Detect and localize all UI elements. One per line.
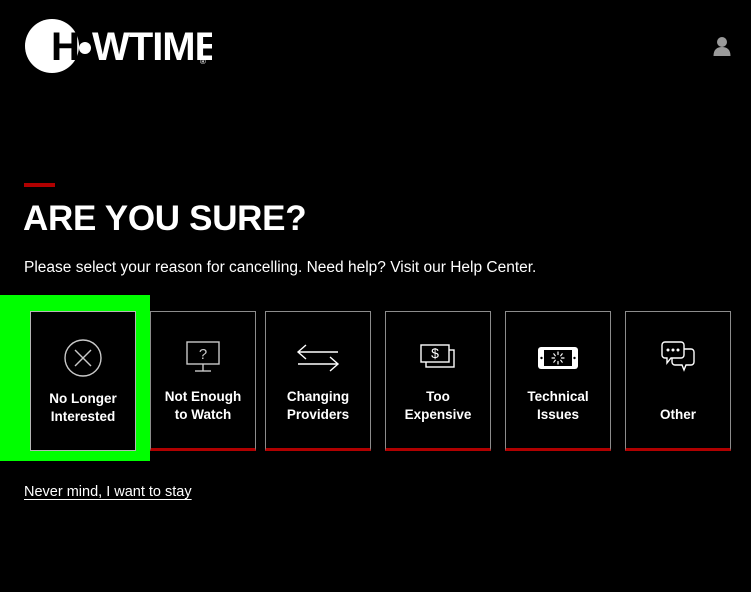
svg-text:$: $ [431,345,439,361]
cancel-reason-card-label: No Longer Interested [31,390,135,426]
money-dollar-icon: $ [386,334,490,382]
monitor-question-icon: ? [151,334,255,382]
svg-text:H: H [51,25,80,69]
exchange-arrows-icon [266,334,370,382]
svg-text:S: S [27,25,54,69]
card-label-line1: Not Enough [164,389,242,404]
card-label-line2: to Watch [174,407,232,422]
cancel-reason-card-too-expensive[interactable]: $ Too Expensive [385,311,491,451]
card-label-line2: Interested [50,409,116,424]
user-account-icon[interactable] [713,36,731,56]
cancel-reason-card-label: Not Enough to Watch [151,388,255,424]
page-title: ARE YOU SURE? [23,199,307,238]
cancel-reason-card-not-enough-to-watch[interactable]: ? Not Enough to Watch [150,311,256,451]
svg-text:?: ? [199,346,207,363]
cancel-reason-card-no-longer-interested[interactable]: No Longer Interested [30,311,136,451]
title-accent-bar [24,183,55,187]
card-label-line1: Changing [286,389,350,404]
circle-x-icon [31,334,135,382]
cancel-reason-card-technical-issues[interactable]: Technical Issues [505,311,611,451]
device-loading-icon [506,334,610,382]
cancel-reason-card-changing-providers[interactable]: Changing Providers [265,311,371,451]
svg-text:WTIME: WTIME [92,25,212,69]
chat-bubbles-icon [626,334,730,382]
main-content: ARE YOU SURE? Please select your reason … [0,90,751,592]
card-label-line2: Providers [286,407,350,422]
showtime-logo[interactable]: S H WTIME ® [22,18,212,74]
card-label-line1: Too [426,389,450,404]
cancel-reason-card-label: Too Expensive [386,388,490,424]
cancel-reason-card-label: Other [626,406,730,424]
card-label-line2: Expensive [404,407,472,422]
card-label-line2: Issues [536,407,580,422]
cancel-reason-card-label: Technical Issues [506,388,610,424]
svg-text:®: ® [200,57,206,66]
page-subtitle: Please select your reason for cancelling… [24,259,537,276]
cancel-reason-card-row: No Longer Interested ? Not Enough to Wat… [0,295,751,461]
card-label-line1: Other [659,407,696,422]
card-label-line1: Technical [527,389,589,404]
never-mind-stay-link[interactable]: Never mind, I want to stay [24,484,192,500]
cancel-reason-card-other[interactable]: Other [625,311,731,451]
cancel-reason-card-label: Changing Providers [266,388,370,424]
card-label-line1: No Longer [49,391,117,406]
site-header: S H WTIME ® [0,0,751,90]
